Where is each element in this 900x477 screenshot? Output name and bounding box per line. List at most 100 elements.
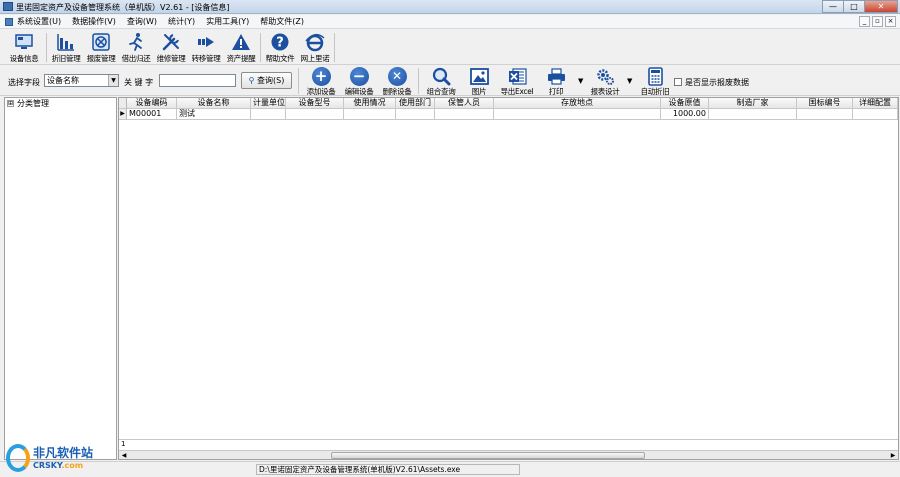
toolbar-label: 报废管理 — [86, 54, 116, 63]
toolbar-separator — [46, 33, 47, 62]
toolbar-label: 借出归还 — [121, 54, 151, 63]
column-header[interactable]: 设备原值 — [661, 98, 709, 109]
status-bar: D:\里诺固定资产及设备管理系统(单机版)V2.61\Assets.exe — [0, 461, 900, 477]
mdi-restore-button[interactable]: ▫ — [872, 16, 883, 27]
cell-model[interactable] — [286, 109, 344, 120]
mdi-minimize-button[interactable]: _ — [859, 16, 870, 27]
column-header[interactable]: 计量单位 — [251, 98, 286, 109]
print-dropdown-chevron-icon[interactable]: ▼ — [578, 77, 583, 85]
table-row[interactable]: ▶ M00001 测试 1000.00 — [119, 109, 898, 120]
toolbar-repair-button[interactable]: 维修管理 — [154, 32, 188, 63]
binoculars-icon: ⚲ — [248, 76, 255, 85]
cell-manufacturer[interactable] — [709, 109, 797, 120]
minimize-button[interactable]: — — [822, 0, 844, 13]
menu-utilities[interactable]: 实用工具(Y) — [206, 16, 249, 27]
keyword-label: 关 键 字 — [124, 78, 154, 87]
device-grid[interactable]: 设备编码 设备名称 计量单位 设备型号 使用情况 使用部门 保管人员 存放地点 … — [118, 97, 899, 460]
keyword-input[interactable] — [159, 74, 236, 87]
field-select-value: 设备名称 — [47, 76, 79, 85]
row-selector-icon[interactable]: ▶ — [119, 109, 127, 120]
toolbar-help-button[interactable]: ? 帮助文件 — [263, 32, 297, 63]
action-label: 打印 — [548, 87, 564, 96]
scroll-right-icon[interactable]: ▶ — [888, 451, 898, 459]
report-design-button[interactable]: 报表设计 — [585, 66, 625, 96]
combined-query-button[interactable]: 组合查询 — [421, 66, 461, 96]
column-header[interactable]: 制造厂家 — [709, 98, 797, 109]
bar-chart-icon — [56, 32, 76, 52]
add-device-button[interactable]: + 添加设备 — [301, 66, 341, 96]
menu-help[interactable]: 帮助文件(Z) — [260, 16, 304, 27]
cell-usage[interactable] — [344, 109, 396, 120]
calculator-icon — [646, 67, 665, 86]
expand-icon[interactable]: ⊞ — [7, 100, 14, 107]
column-header[interactable]: 使用情况 — [344, 98, 396, 109]
toolbar-separator — [298, 68, 299, 94]
cell-department[interactable] — [396, 109, 435, 120]
action-label: 图片 — [471, 87, 487, 96]
toolbar-transfer-button[interactable]: 转移管理 — [189, 32, 223, 63]
column-header[interactable]: 保管人员 — [435, 98, 494, 109]
action-label: 组合查询 — [426, 87, 456, 96]
toolbar-label: 转移管理 — [191, 54, 221, 63]
tools-icon — [161, 32, 181, 52]
cell-national-code[interactable] — [797, 109, 853, 120]
chevron-down-icon[interactable]: ▼ — [108, 75, 118, 86]
column-header[interactable]: 设备编码 — [127, 98, 177, 109]
print-button[interactable]: 打印 — [536, 66, 576, 96]
close-button[interactable]: ✕ — [864, 0, 898, 13]
runner-icon — [126, 32, 146, 52]
mdi-close-button[interactable]: × — [885, 16, 896, 27]
tree-node-category-management[interactable]: ⊞ 分类管理 — [7, 98, 49, 109]
action-label: 自动折旧 — [640, 87, 670, 96]
toolbar-online-button[interactable]: 网上里诺 — [298, 32, 332, 63]
column-header[interactable]: 使用部门 — [396, 98, 435, 109]
export-excel-button[interactable]: 导出Excel — [497, 66, 537, 96]
app-icon — [3, 2, 13, 11]
column-header[interactable]: 存放地点 — [494, 98, 661, 109]
delete-icon: ✕ — [387, 67, 407, 86]
toolbar-asset-reminder-button[interactable]: 资产提醒 — [224, 32, 258, 63]
show-scrapped-checkbox[interactable] — [674, 78, 682, 86]
menu-system-settings[interactable]: 系统设置(U) — [17, 16, 61, 27]
toolbar-device-info-button[interactable]: 设备信息 — [7, 32, 41, 63]
report-dropdown-chevron-icon[interactable]: ▼ — [627, 77, 632, 85]
cell-device-name[interactable]: 测试 — [177, 109, 251, 120]
menu-query[interactable]: 查询(W) — [127, 16, 157, 27]
horizontal-scrollbar[interactable]: ◀ ▶ — [119, 450, 898, 459]
cell-original-value[interactable]: 1000.00 — [661, 109, 709, 120]
cell-device-code[interactable]: M00001 — [127, 109, 177, 120]
field-select[interactable]: 设备名称 ▼ — [44, 74, 119, 87]
menu-statistics[interactable]: 统计(Y) — [168, 16, 195, 27]
watermark-sub-domain: .com — [61, 461, 84, 470]
toolbar-lend-return-button[interactable]: 借出归还 — [119, 32, 153, 63]
cell-detail-config[interactable] — [853, 109, 898, 120]
menu-app-icon[interactable] — [5, 17, 13, 26]
delete-device-button[interactable]: ✕ 删除设备 — [377, 66, 417, 96]
scroll-left-icon[interactable]: ◀ — [119, 451, 129, 459]
auto-depreciation-button[interactable]: 自动折旧 — [635, 66, 675, 96]
maximize-button[interactable]: □ — [843, 0, 865, 13]
query-button[interactable]: ⚲ 查询(S) — [241, 72, 292, 89]
toolbar-label: 设备信息 — [9, 54, 39, 63]
menu-data-operation[interactable]: 数据操作(V) — [72, 16, 116, 27]
column-header[interactable]: 国标编号 — [797, 98, 853, 109]
column-header[interactable]: 详细配置 — [853, 98, 898, 109]
toolbar-scrap-button[interactable]: 报废管理 — [84, 32, 118, 63]
edit-device-button[interactable]: − 编辑设备 — [339, 66, 379, 96]
cell-location[interactable] — [494, 109, 661, 120]
category-tree[interactable]: ⊞ 分类管理 — [4, 97, 117, 460]
magnifier-icon — [432, 67, 451, 86]
column-header[interactable]: 设备名称 — [177, 98, 251, 109]
toolbar-separator — [260, 33, 261, 62]
watermark-text: 非凡软件站 — [33, 446, 94, 460]
excel-icon — [508, 67, 527, 86]
cell-unit[interactable] — [251, 109, 286, 120]
toolbar-depreciation-button[interactable]: 折旧管理 — [49, 32, 83, 63]
column-header[interactable]: 设备型号 — [286, 98, 344, 109]
picture-button[interactable]: 图片 — [459, 66, 499, 96]
watermark-sub-main: CRSKY — [33, 461, 62, 470]
scrollbar-thumb[interactable] — [331, 452, 645, 459]
main-toolbar: 设备信息 折旧管理 报废管理 借出归还 维修管理 转移管理 资产提醒 ? 帮助文… — [0, 30, 900, 65]
cell-keeper[interactable] — [435, 109, 494, 120]
search-toolbar: 选择字段 设备名称 ▼ 关 键 字 ⚲ 查询(S) + 添加设备 − 编辑设备 … — [0, 66, 900, 96]
